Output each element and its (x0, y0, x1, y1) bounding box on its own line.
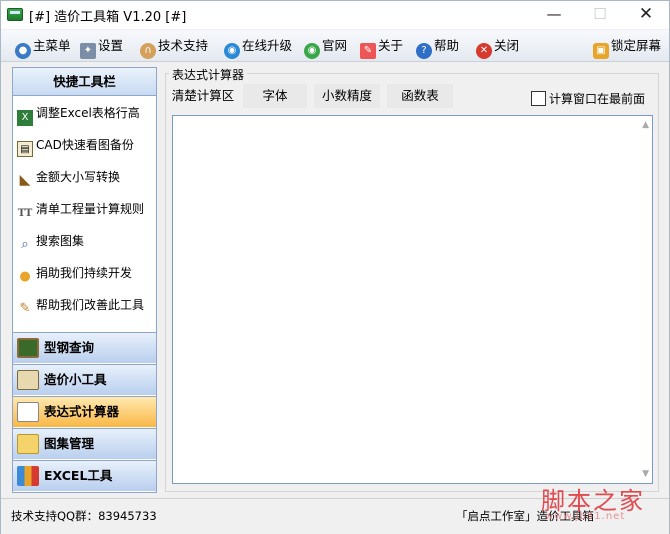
sidebar-item-excel-row-height[interactable]: X 调整Excel表格行高 (17, 102, 140, 126)
toolbar: ● 主菜单 ✦ 设置 ∩ 技术支持 ◉ 在线升级 ◉ 官网 ✎ 关于 ? 帮助 ✕ 关闭 ▣ 锁定… (1, 30, 669, 62)
triangle-ruler-icon (17, 370, 39, 390)
wrench-icon: ✦ (80, 43, 96, 59)
help-label: 帮助 (434, 38, 460, 53)
sidebar-item-donate[interactable]: ● 捐助我们持续开发 (17, 262, 132, 284)
cad-icon: ▤ (17, 141, 33, 157)
tab-font[interactable]: 字体 (243, 84, 307, 108)
category-excel-tools[interactable]: EXCEL工具 (13, 460, 156, 491)
search-icon: ⌕ (21, 237, 29, 252)
tech-support-label: 技术支持 (158, 38, 209, 53)
category-label: EXCEL工具 (44, 468, 113, 483)
lock-screen-button[interactable]: ▣ 锁定屏幕 (593, 36, 662, 59)
always-on-top-option[interactable]: 计算窗口在最前面 (531, 91, 645, 107)
tab-clear-area[interactable]: 清楚计算区 (169, 84, 237, 108)
online-upgrade-label: 在线升级 (242, 38, 293, 53)
sidebar-item-label: 捐助我们持续开发 (36, 266, 133, 280)
about-button[interactable]: ✎ 关于 (360, 36, 404, 59)
notebook-icon (17, 402, 39, 422)
category-label: 图集管理 (44, 436, 95, 451)
sidebar-item-amount-convert[interactable]: ◣ 金额大小写转换 (17, 166, 120, 188)
medal-icon: ● (19, 269, 31, 284)
category-label: 造价小工具 (44, 372, 107, 387)
pencil-icon: ✎ (360, 43, 376, 59)
category-atlas-management[interactable]: 图集管理 (13, 428, 156, 459)
excel-icon: X (17, 110, 33, 126)
scroll-up-icon[interactable]: ▲ (642, 120, 649, 130)
sidebar-header: 快捷工具栏 (13, 68, 156, 96)
sidebar-item-search-atlas[interactable]: ⌕ 搜索图集 (17, 230, 84, 252)
maximize-button[interactable]: ☐ (577, 1, 623, 29)
app-icon (7, 8, 23, 21)
category-label: 表达式计算器 (44, 404, 120, 419)
quick-tools-sidebar: 快捷工具栏 X 调整Excel表格行高 ▤ CAD快速看图备份 ◣ 金额大小写转换 T… (12, 67, 157, 493)
tt-icon: TT (17, 208, 33, 219)
tab-function-table[interactable]: 函数表 (387, 84, 453, 108)
tech-support-button[interactable]: ∩ 技术支持 (140, 36, 209, 59)
main-menu-button[interactable]: ● 主菜单 (15, 36, 71, 59)
sidebar-item-feedback[interactable]: ✎ 帮助我们改善此工具 (17, 294, 144, 316)
close-window-button[interactable]: ✕ (623, 1, 669, 29)
settings-button[interactable]: ✦ 设置 (80, 36, 124, 59)
folder-star-icon (17, 434, 39, 454)
official-site-button[interactable]: ◉ 官网 (304, 36, 348, 59)
sidebar-item-label: 清单工程量计算规则 (36, 202, 145, 216)
panel-title: 表达式计算器 (169, 66, 248, 83)
close-label: 关闭 (494, 38, 520, 53)
expression-input-area[interactable]: ▲ ▼ (172, 115, 653, 484)
always-on-top-label: 计算窗口在最前面 (549, 92, 646, 106)
official-site-label: 官网 (322, 38, 348, 53)
tab-decimal-precision[interactable]: 小数精度 (314, 84, 380, 108)
lock-screen-label: 锁定屏幕 (611, 38, 662, 53)
blackboard-icon (17, 338, 39, 358)
watermark-url: www.jb51.net (545, 511, 626, 522)
globe-icon: ◉ (224, 43, 240, 59)
minimize-button[interactable]: — (531, 1, 577, 29)
ruler-icon: ◣ (19, 172, 31, 188)
online-upgrade-button[interactable]: ◉ 在线升级 (224, 36, 293, 59)
category-expression-calculator[interactable]: 表达式计算器 (13, 396, 156, 427)
sidebar-item-label: 金额大小写转换 (36, 170, 121, 184)
edit-icon: ✎ (19, 301, 31, 316)
category-steel-query[interactable]: 型钢查询 (13, 332, 156, 363)
sidebar-item-label: 搜索图集 (36, 234, 85, 248)
sidebar-item-label: CAD快速看图备份 (36, 138, 134, 152)
support-qq-text: 技术支持QQ群：83945733 (11, 509, 157, 523)
lock-icon: ▣ (593, 43, 609, 59)
bar-chart-icon (17, 466, 39, 486)
close-button[interactable]: ✕ 关闭 (476, 36, 520, 59)
title-bar: [#] 造价工具箱 V1.20 [#] — ☐ ✕ (1, 1, 669, 29)
scroll-down-icon[interactable]: ▼ (642, 469, 649, 479)
about-label: 关于 (378, 38, 404, 53)
category-label: 型钢查询 (44, 340, 95, 355)
sidebar-item-quantity-rules[interactable]: TT 清单工程量计算规则 (17, 198, 144, 220)
user-icon: ● (15, 43, 31, 59)
settings-label: 设置 (98, 38, 124, 53)
category-cost-tools[interactable]: 造价小工具 (13, 364, 156, 395)
sidebar-item-label: 帮助我们改善此工具 (36, 298, 145, 312)
app-window: [#] 造价工具箱 V1.20 [#] — ☐ ✕ ● 主菜单 ✦ 设置 ∩ 技术支持… (0, 0, 670, 534)
close-icon: ✕ (476, 43, 492, 59)
sidebar-item-label: 调整Excel表格行高 (36, 106, 140, 120)
headset-icon: ∩ (140, 43, 156, 59)
main-menu-label: 主菜单 (33, 38, 71, 53)
help-button[interactable]: ? 帮助 (416, 36, 460, 59)
help-icon: ? (416, 43, 432, 59)
always-on-top-checkbox[interactable] (531, 91, 546, 106)
window-title: [#] 造价工具箱 V1.20 [#] (29, 10, 187, 25)
earth-icon: ◉ (304, 43, 320, 59)
sidebar-item-cad-backup[interactable]: ▤ CAD快速看图备份 (17, 134, 134, 157)
